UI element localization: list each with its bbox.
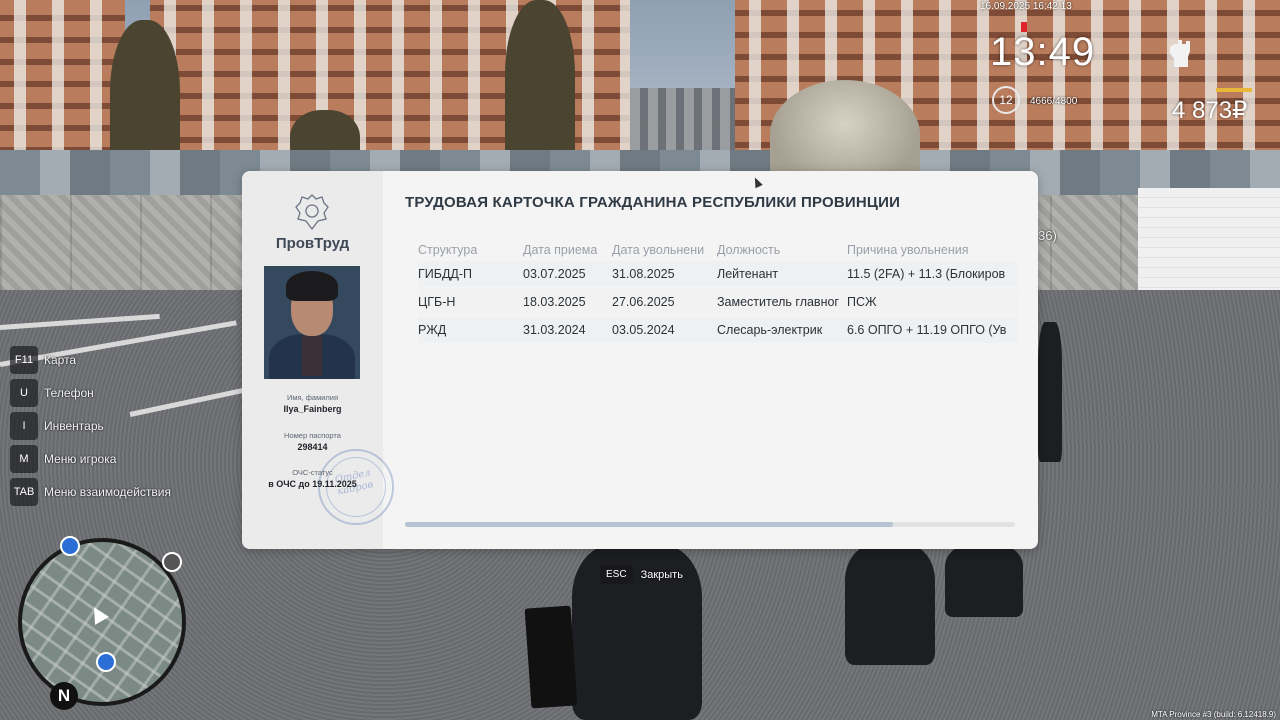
build-info: MTA Province #3 (build: 6.12418.9) <box>1151 710 1276 719</box>
column-header: Дата приема <box>523 243 598 257</box>
table-cell: 27.06.2025 <box>612 295 675 309</box>
key-cap: U <box>10 379 38 407</box>
fist-icon <box>1170 40 1190 67</box>
north-indicator: N <box>50 682 78 710</box>
horizontal-scrollbar[interactable] <box>405 522 1015 527</box>
money-display: 4 873₽ <box>1172 97 1248 124</box>
keybind-hints: F11 Карта U Телефон I Инвентарь M Меню и… <box>10 346 171 511</box>
building <box>630 88 735 158</box>
column-header: Должность <box>717 243 781 257</box>
table-cell: 03.07.2025 <box>523 267 586 281</box>
character <box>1038 322 1062 462</box>
emblem-icon <box>295 194 329 231</box>
building <box>1138 188 1280 298</box>
name-label: Имя, фамилия <box>286 393 339 402</box>
table-cell: ГИБДД-П <box>418 267 473 281</box>
briefcase <box>524 605 578 709</box>
keybind-label: Телефон <box>44 386 94 400</box>
building <box>0 0 125 175</box>
hud-time: 13:49 <box>990 30 1096 74</box>
table-row: РЖД 31.03.2024 03.05.2024 Слесарь-электр… <box>418 317 1018 343</box>
close-button[interactable]: Закрыть <box>641 569 683 581</box>
column-header: Структура <box>418 243 478 257</box>
citizen-photo <box>264 266 360 379</box>
org-name: ПровТруд <box>275 235 350 252</box>
table-cell: 6.6 ОПГО + 11.19 ОПГО (Ув <box>847 323 1007 337</box>
keybind-label: Меню взаимодействия <box>44 485 171 499</box>
map-bus-icon <box>96 652 116 672</box>
character <box>845 545 935 665</box>
table-cell: Заместитель главног <box>717 295 839 309</box>
table-cell: Лейтенант <box>717 267 779 281</box>
key-cap: M <box>10 445 38 473</box>
table-cell: РЖД <box>418 323 447 337</box>
table-cell: ЦГБ-Н <box>418 295 456 309</box>
scrollbar-thumb[interactable] <box>405 522 893 527</box>
card-profile-panel: ПровТруд Имя, фамилия Ilya_Fainberg Номе… <box>242 171 394 549</box>
keybind-phone: U Телефон <box>10 379 171 407</box>
map-marker-icon <box>60 536 80 556</box>
key-cap: F11 <box>10 346 38 374</box>
blacklist-status: в ОЧС до 19.11.2025 <box>268 479 357 489</box>
table-cell: 31.08.2025 <box>612 267 675 281</box>
table-row: ЦГБ-Н 18.03.2025 27.06.2025 Заместитель … <box>418 289 1018 315</box>
key-cap: I <box>10 412 38 440</box>
table-cell: 31.03.2024 <box>523 323 586 337</box>
keybind-label: Меню игрока <box>44 452 117 466</box>
table-cell: 11.5 (2FA) + 11.3 (Блокиров <box>847 267 1006 281</box>
table-header: Структура Дата приема Дата увольнени Дол… <box>418 241 1018 259</box>
xp-counter: 4666/4800 <box>1030 96 1078 107</box>
player-tag: 36) <box>1038 228 1057 243</box>
table-row: ГИБДД-П 03.07.2025 31.08.2025 Лейтенант … <box>418 261 1018 287</box>
keybind-player-menu: M Меню игрока <box>10 445 171 473</box>
work-card-dialog: ПровТруд Имя, фамилия Ilya_Fainberg Номе… <box>242 171 1038 549</box>
table-cell: ПСЖ <box>847 295 877 309</box>
map-person-icon <box>162 552 182 572</box>
keybind-label: Карта <box>44 353 77 367</box>
column-header: Причина увольнения <box>847 243 969 257</box>
minimap <box>18 538 186 706</box>
status-label: ОЧС-статус <box>292 468 333 477</box>
column-header: Дата увольнени <box>612 243 705 257</box>
esc-key-cap[interactable]: ESC <box>600 565 633 584</box>
table-cell: Слесарь-электрик <box>717 323 823 337</box>
employment-table: Структура Дата приема Дата увольнени Дол… <box>418 241 1018 343</box>
table-cell: 03.05.2024 <box>612 323 675 337</box>
character <box>945 545 1023 617</box>
hud-datetime: 16.09.2025 16:42:13 <box>980 1 1072 12</box>
keybind-inventory: I Инвентарь <box>10 412 171 440</box>
keybind-map: F11 Карта <box>10 346 171 374</box>
passport-label: Номер паспорта <box>284 431 341 440</box>
citizen-name: Ilya_Fainberg <box>283 404 342 414</box>
close-hint[interactable]: ESC Закрыть <box>600 565 683 584</box>
keybind-interaction-menu: TAB Меню взаимодействия <box>10 478 171 506</box>
table-cell: 18.03.2025 <box>523 295 586 309</box>
keybind-label: Инвентарь <box>44 419 104 433</box>
tree <box>505 0 575 165</box>
level-badge: 12 <box>992 86 1020 114</box>
key-cap: TAB <box>10 478 38 506</box>
health-bar <box>1216 88 1252 92</box>
card-title: ТРУДОВАЯ КАРТОЧКА ГРАЖДАНИНА РЕСПУБЛИКИ … <box>405 194 901 211</box>
